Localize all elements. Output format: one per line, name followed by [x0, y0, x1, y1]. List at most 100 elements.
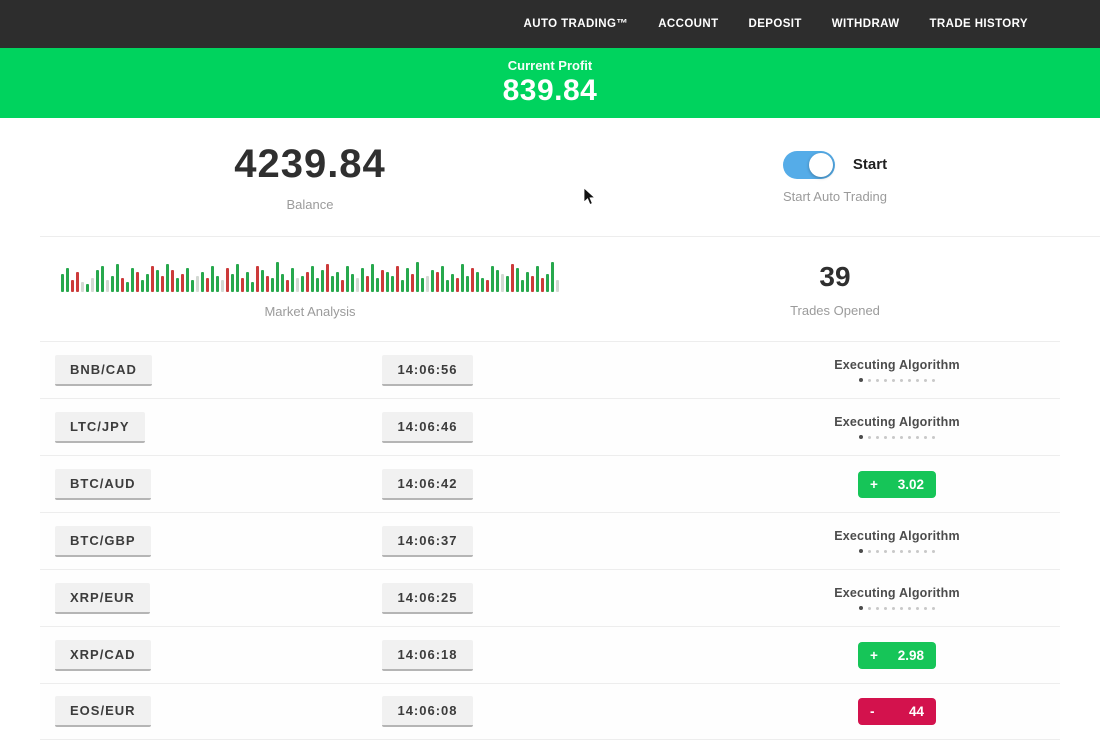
executing-label: Executing Algorithm [834, 358, 960, 372]
trade-row: BTC/AUD 14:06:42 + 3.02 [40, 455, 1060, 512]
candle-bar-icon [371, 264, 374, 292]
candle-bar-icon [486, 280, 489, 292]
progress-dot [868, 379, 871, 382]
trades-table: BNB/CAD 14:06:56 Executing Algorithm LTC… [40, 341, 1060, 740]
candle-bar-icon [391, 276, 394, 292]
pair-badge: XRP/EUR [55, 583, 150, 614]
progress-dot [924, 607, 927, 610]
candle-bar-icon [521, 280, 524, 292]
stats-row-balance: 4239.84 Balance Start Start Auto Trading [0, 118, 1100, 236]
candle-bar-icon [61, 274, 64, 292]
candle-bar-icon [176, 278, 179, 292]
candle-bar-icon [306, 272, 309, 292]
candle-bar-icon [496, 270, 499, 292]
balance-label: Balance [287, 197, 334, 212]
candle-bar-icon [196, 276, 199, 292]
result-amount: 2.98 [898, 648, 924, 663]
candle-bar-icon [526, 272, 529, 292]
nav-item-deposit[interactable]: DEPOSIT [749, 18, 802, 30]
market-analysis-block: Market Analysis [0, 237, 620, 341]
candle-bar-icon [146, 274, 149, 292]
pair-badge: EOS/EUR [55, 696, 151, 727]
candle-bar-icon [261, 270, 264, 292]
candle-bar-icon [126, 282, 129, 292]
candle-bar-icon [346, 266, 349, 292]
toggle-knob [809, 153, 833, 177]
progress-dots-icon [834, 378, 960, 382]
balance-block: 4239.84 Balance [0, 118, 620, 236]
candle-bar-icon [366, 276, 369, 292]
result-badge: - 44 [858, 698, 936, 725]
candle-bar-icon [151, 266, 154, 292]
candle-bar-icon [296, 278, 299, 292]
candle-bar-icon [86, 284, 89, 292]
market-analysis-label: Market Analysis [264, 304, 355, 319]
trade-time-badge: 14:06:56 [382, 355, 472, 386]
pair-badge: BTC/AUD [55, 469, 151, 500]
progress-dot [916, 607, 919, 610]
candle-bar-icon [411, 274, 414, 292]
candle-bar-icon [106, 280, 109, 292]
candle-bar-icon [361, 268, 364, 292]
executing-status: Executing Algorithm [834, 529, 960, 553]
auto-trading-caption: Start Auto Trading [783, 189, 887, 204]
progress-dot [900, 550, 903, 553]
candle-bar-icon [376, 278, 379, 292]
candle-bar-icon [101, 266, 104, 292]
nav-item-account[interactable]: ACCOUNT [658, 18, 718, 30]
candle-bar-icon [451, 274, 454, 292]
candle-bar-icon [531, 276, 534, 292]
candle-bar-icon [421, 278, 424, 292]
candle-bar-icon [246, 272, 249, 292]
trade-row: LTC/JPY 14:06:46 Executing Algorithm [40, 398, 1060, 455]
trades-opened-block: 39 Trades Opened [620, 237, 1050, 341]
candle-bar-icon [226, 268, 229, 292]
candle-bar-icon [551, 262, 554, 292]
pair-badge: XRP/CAD [55, 640, 151, 671]
top-nav: AUTO TRADING™ ACCOUNT DEPOSIT WITHDRAW T… [0, 0, 1100, 48]
candle-bar-icon [186, 268, 189, 292]
candle-bar-icon [171, 270, 174, 292]
candle-bar-icon [456, 278, 459, 292]
progress-dot [924, 550, 927, 553]
candle-bar-icon [111, 276, 114, 292]
pair-badge: BNB/CAD [55, 355, 152, 386]
candle-bar-icon [256, 266, 259, 292]
progress-dot [908, 379, 911, 382]
candle-bar-icon [466, 276, 469, 292]
current-profit-value: 839.84 [503, 74, 598, 108]
candle-bar-icon [221, 280, 224, 292]
candle-bar-icon [131, 268, 134, 292]
nav-item-trade-history[interactable]: TRADE HISTORY [930, 18, 1029, 30]
progress-dot [884, 550, 887, 553]
candle-bar-icon [461, 264, 464, 292]
progress-dot [932, 607, 935, 610]
trade-time-badge: 14:06:37 [382, 526, 472, 557]
progress-dot [892, 436, 895, 439]
candle-bar-icon [516, 268, 519, 292]
candle-bar-icon [381, 270, 384, 292]
candle-bar-icon [81, 282, 84, 292]
candle-bar-icon [471, 268, 474, 292]
progress-dot [859, 549, 863, 553]
result-amount: 3.02 [898, 477, 924, 492]
auto-trading-toggle[interactable] [783, 151, 835, 179]
nav-item-auto-trading[interactable]: AUTO TRADING™ [524, 18, 629, 30]
candle-bar-icon [231, 274, 234, 292]
candle-bar-icon [491, 266, 494, 292]
current-profit-banner: Current Profit 839.84 [0, 48, 1100, 118]
candle-bar-icon [426, 276, 429, 292]
nav-item-withdraw[interactable]: WITHDRAW [832, 18, 900, 30]
progress-dot [924, 436, 927, 439]
candle-bar-icon [386, 272, 389, 292]
trade-row: XRP/CAD 14:06:18 + 2.98 [40, 626, 1060, 683]
progress-dot [900, 379, 903, 382]
candle-bar-icon [276, 262, 279, 292]
candle-bar-icon [476, 272, 479, 292]
progress-dot [859, 435, 863, 439]
candle-bar-icon [76, 272, 79, 292]
candle-bar-icon [91, 278, 94, 292]
candle-bar-icon [116, 264, 119, 292]
progress-dot [892, 607, 895, 610]
progress-dot [908, 607, 911, 610]
